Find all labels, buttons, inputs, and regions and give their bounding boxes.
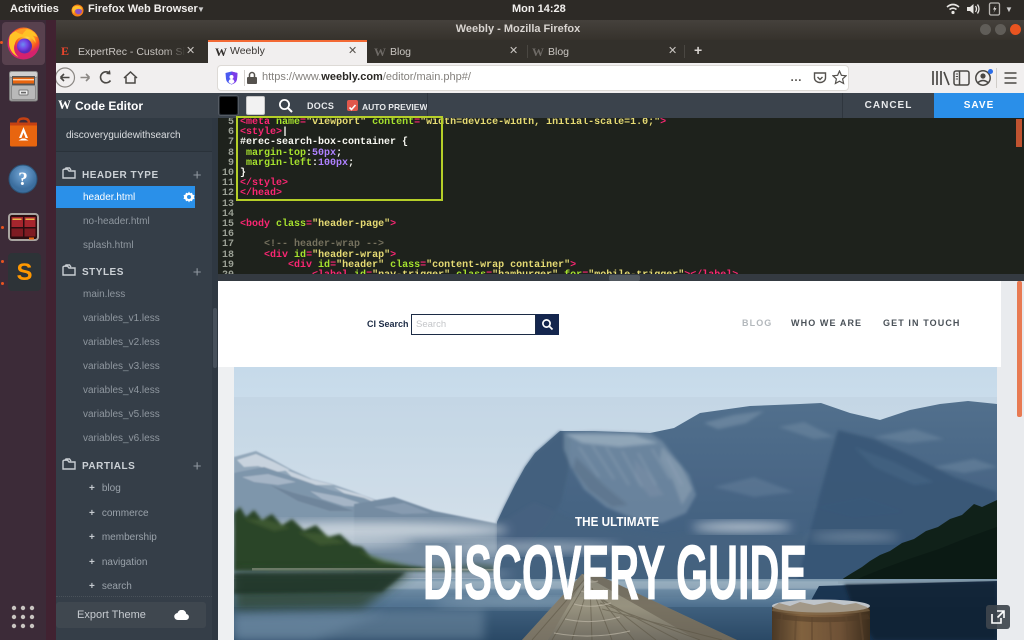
svg-text:?: ?: [18, 169, 28, 190]
svg-text:DISCOVERY GUIDE: DISCOVERY GUIDE: [423, 530, 807, 616]
svg-text:THE ULTIMATE: THE ULTIMATE: [575, 514, 659, 529]
